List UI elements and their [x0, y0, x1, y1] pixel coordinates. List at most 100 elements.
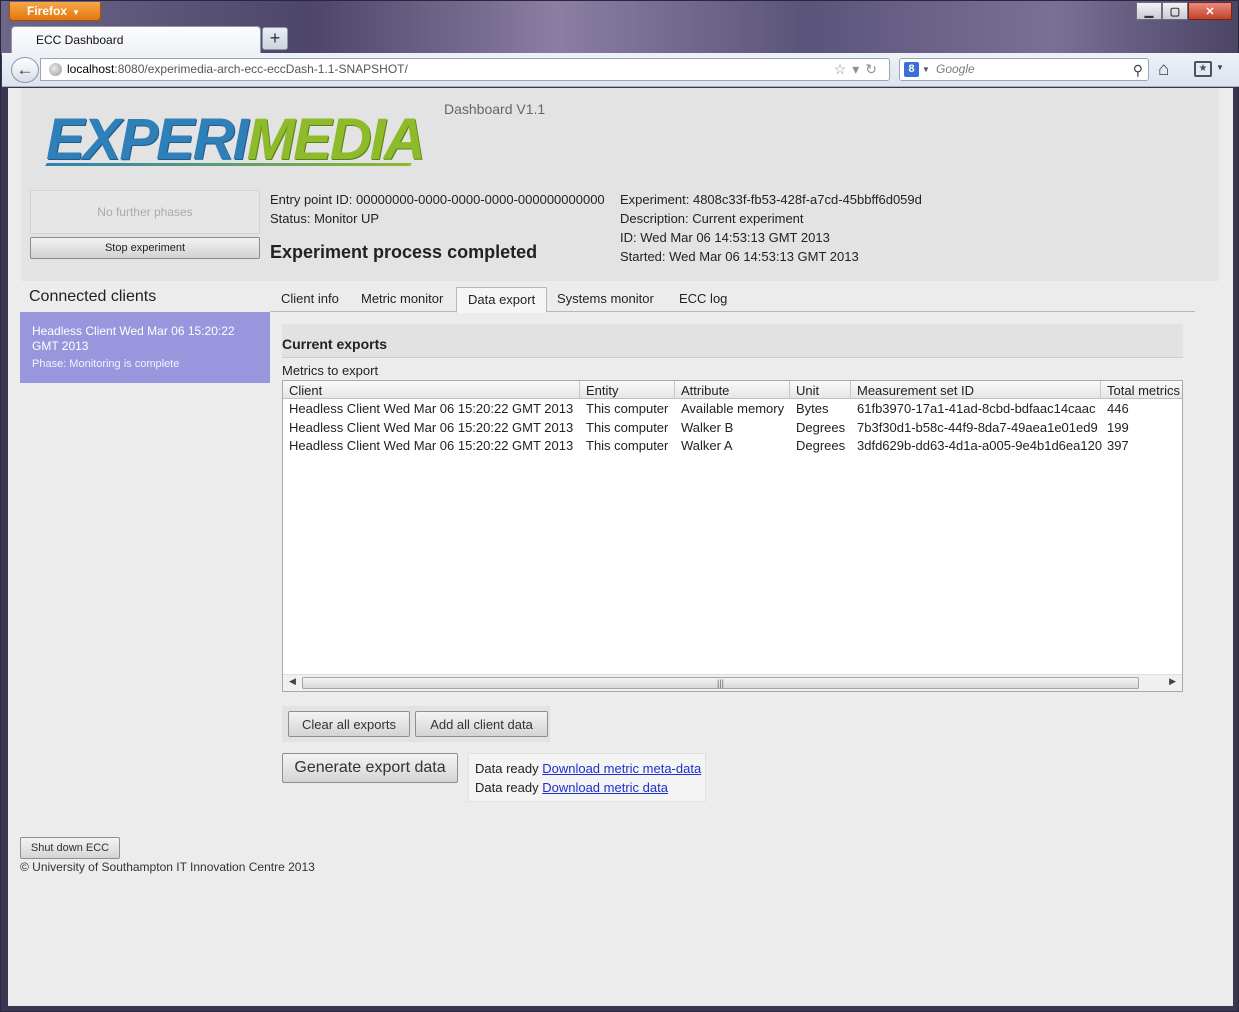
- column-entity[interactable]: Entity: [580, 381, 675, 399]
- cell-unit: Degrees: [796, 438, 846, 453]
- cell-entity: This computer: [586, 401, 669, 416]
- header-panel: EXPERIMEDIA Dashboard V1.1 No further ph…: [21, 88, 1219, 281]
- data-ready-line: Data ready Download metric data: [475, 778, 705, 797]
- data-ready-label: Data ready: [475, 761, 539, 776]
- tab-client-info[interactable]: Client info: [270, 287, 350, 312]
- shut-down-ecc-button[interactable]: Shut down ECC: [20, 837, 120, 859]
- table-header: Client Entity Attribute Unit Measurement…: [283, 381, 1182, 399]
- column-total-metrics[interactable]: Total metrics: [1101, 381, 1182, 399]
- data-ready-label: Data ready: [475, 780, 539, 795]
- download-meta-data-link[interactable]: Download metric meta-data: [542, 761, 701, 776]
- cell-measurement-set-id: 61fb3970-17a1-41ad-8cbd-bdfaac14caac: [857, 401, 1096, 416]
- stop-experiment-button[interactable]: Stop experiment: [30, 237, 260, 259]
- dashboard-version: Dashboard V1.1: [444, 101, 546, 117]
- clear-all-exports-button[interactable]: Clear all exports: [288, 711, 410, 737]
- url-bar[interactable]: localhost:8080/experimedia-arch-ecc-eccD…: [40, 58, 890, 81]
- process-status: Experiment process completed: [270, 242, 538, 262]
- back-arrow-icon[interactable]: ←: [11, 57, 39, 83]
- cell-measurement-set-id: 7b3f30d1-b58c-44f9-8da7-49aea1e01ed9: [857, 420, 1098, 435]
- bookmarks-caret-icon[interactable]: ▼: [1216, 63, 1224, 72]
- maximize-icon[interactable]: ▢: [1162, 2, 1188, 20]
- minimize-icon[interactable]: ▁: [1136, 2, 1162, 20]
- horizontal-scrollbar[interactable]: ◀ ||| ▶: [283, 674, 1182, 691]
- chevron-down-icon: ▼: [72, 8, 80, 17]
- tab-ecc-log[interactable]: ECC log: [668, 287, 738, 312]
- metrics-to-export-label: Metrics to export: [282, 363, 379, 378]
- client-phase: Phase: Monitoring is complete: [32, 358, 180, 370]
- next-phase-button: No further phases: [30, 190, 260, 234]
- experiment-info: Experiment: 4808c33f-fb53-428f-a7cd-45bb…: [620, 190, 922, 266]
- tab-systems-monitor[interactable]: Systems monitor: [546, 287, 665, 312]
- cell-attribute: Walker B: [681, 420, 734, 435]
- logo-underline: [45, 163, 412, 166]
- cell-total-metrics: 199: [1107, 420, 1129, 435]
- table-row[interactable]: Headless Client Wed Mar 06 15:20:22 GMT …: [283, 419, 1182, 438]
- browser-tab[interactable]: ECC Dashboard: [11, 26, 261, 53]
- cell-client: Headless Client Wed Mar 06 15:20:22 GMT …: [289, 438, 574, 453]
- new-tab-icon[interactable]: +: [262, 27, 288, 50]
- google-icon[interactable]: 8: [904, 62, 919, 77]
- tab-metric-monitor[interactable]: Metric monitor: [350, 287, 454, 312]
- table-row[interactable]: Headless Client Wed Mar 06 15:20:22 GMT …: [283, 400, 1182, 419]
- search-icon[interactable]: ⚲: [1133, 60, 1143, 81]
- experiment-id: Experiment: 4808c33f-fb53-428f-a7cd-45bb…: [620, 192, 922, 207]
- globe-icon: [49, 63, 62, 76]
- window-controls: ▁ ▢ ✕: [1136, 2, 1232, 20]
- url-host: localhost: [67, 62, 115, 76]
- connected-clients-title: Connected clients: [29, 288, 157, 305]
- experiment-date-id: ID: Wed Mar 06 14:53:13 GMT 2013: [620, 230, 830, 245]
- close-icon[interactable]: ✕: [1188, 2, 1232, 20]
- firefox-menu-label: Firefox: [27, 4, 68, 18]
- download-links-box: Data ready Download metric meta-data Dat…: [468, 753, 706, 802]
- add-all-client-data-button[interactable]: Add all client data: [415, 711, 548, 737]
- page-content: EXPERIMEDIA Dashboard V1.1 No further ph…: [8, 88, 1233, 1006]
- firefox-menu-button[interactable]: Firefox ▼: [9, 2, 101, 21]
- url-path: :8080/experimedia-arch-ecc-eccDash-1.1-S…: [114, 62, 408, 76]
- entry-point-info: Entry point ID: 00000000-0000-0000-0000-…: [270, 190, 605, 228]
- cell-attribute: Available memory: [681, 401, 785, 416]
- entry-point-id: Entry point ID: 00000000-0000-0000-0000-…: [270, 192, 605, 207]
- column-unit[interactable]: Unit: [790, 381, 851, 399]
- cell-measurement-set-id: 3dfd629b-dd63-4d1a-a005-9e4b1d6ea120: [857, 438, 1103, 453]
- scrollbar-thumb[interactable]: |||: [302, 677, 1139, 689]
- cell-attribute: Walker A: [681, 438, 733, 453]
- table-row[interactable]: Headless Client Wed Mar 06 15:20:22 GMT …: [283, 437, 1182, 456]
- generate-export-data-button[interactable]: Generate export data: [282, 753, 458, 783]
- cell-client: Headless Client Wed Mar 06 15:20:22 GMT …: [289, 420, 574, 435]
- scroll-right-icon[interactable]: ▶: [1169, 676, 1176, 687]
- search-placeholder: Google: [936, 62, 975, 76]
- scroll-left-icon[interactable]: ◀: [289, 676, 296, 687]
- search-bar[interactable]: 8 ▼ Google ⚲: [899, 58, 1149, 81]
- navigation-bar: ← localhost:8080/experimedia-arch-ecc-ec…: [2, 53, 1239, 87]
- column-measurement-set-id[interactable]: Measurement set ID: [851, 381, 1101, 399]
- bookmark-star-icon[interactable]: ☆▾↻: [834, 59, 883, 80]
- metrics-table: Client Entity Attribute Unit Measurement…: [282, 380, 1183, 692]
- current-exports-title: Current exports: [282, 336, 388, 352]
- current-exports-panel: Current exports: [282, 324, 1183, 358]
- copyright-text: © University of Southampton IT Innovatio…: [20, 860, 315, 874]
- cell-unit: Degrees: [796, 420, 846, 435]
- cell-total-metrics: 397: [1107, 438, 1129, 453]
- cell-client: Headless Client Wed Mar 06 15:20:22 GMT …: [289, 401, 574, 416]
- column-client[interactable]: Client: [283, 381, 580, 399]
- client-list-item[interactable]: Headless Client Wed Mar 06 15:20:22 GMT …: [20, 312, 270, 383]
- cell-entity: This computer: [586, 438, 669, 453]
- tab-title: ECC Dashboard: [36, 33, 124, 47]
- browser-window: Firefox ▼ ▁ ▢ ✕ ECC Dashboard + ← localho…: [0, 0, 1239, 1012]
- experiment-description: Description: Current experiment: [620, 211, 804, 226]
- monitor-status: Status: Monitor UP: [270, 211, 380, 226]
- search-engine-caret-icon[interactable]: ▼: [922, 59, 930, 80]
- meta-data-ready-line: Data ready Download metric meta-data: [475, 759, 705, 778]
- experiment-started: Started: Wed Mar 06 14:53:13 GMT 2013: [620, 249, 859, 264]
- home-icon[interactable]: ⌂: [1158, 59, 1169, 81]
- export-actions: Clear all exports Add all client data: [282, 706, 550, 742]
- cell-total-metrics: 446: [1107, 401, 1129, 416]
- client-name: Headless Client Wed Mar 06 15:20:22 GMT …: [32, 324, 235, 353]
- cell-entity: This computer: [586, 420, 669, 435]
- cell-unit: Bytes: [796, 401, 829, 416]
- bookmarks-icon[interactable]: ★: [1194, 61, 1212, 77]
- tab-data-export[interactable]: Data export: [456, 287, 548, 313]
- download-metric-data-link[interactable]: Download metric data: [542, 780, 668, 795]
- column-attribute[interactable]: Attribute: [675, 381, 790, 399]
- tab-bar: Client info Metric monitor Data export S…: [270, 287, 1195, 313]
